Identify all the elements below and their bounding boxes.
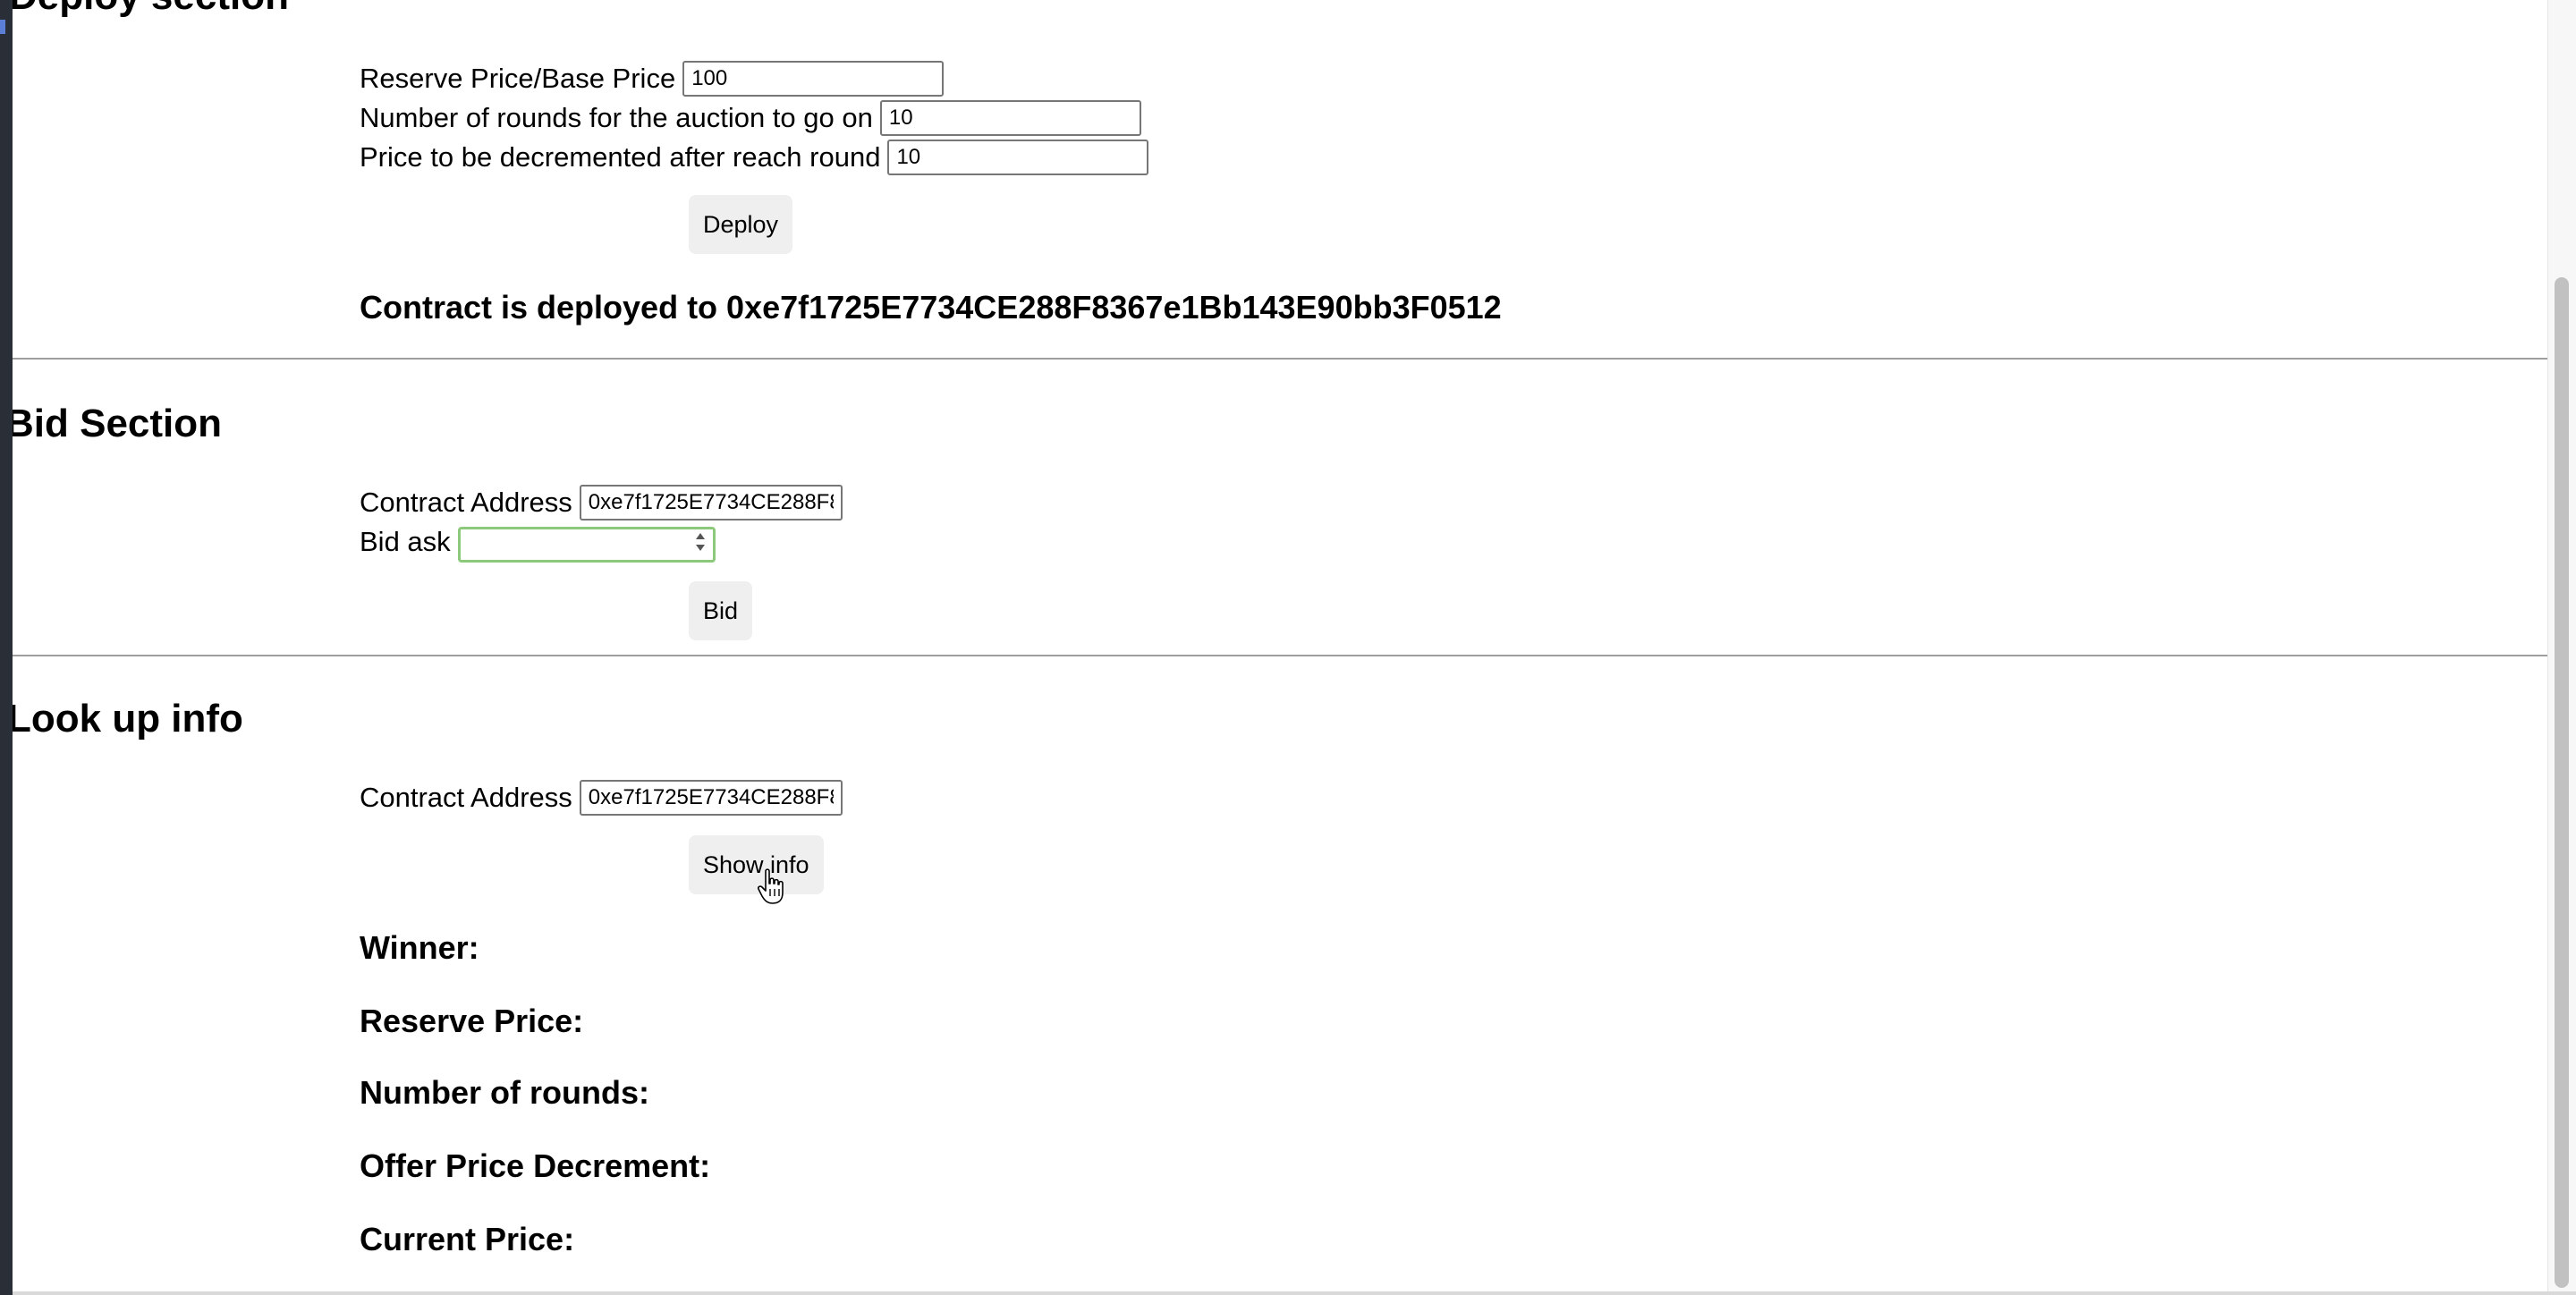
decrement-label: Price to be decremented after reach roun… <box>360 141 881 173</box>
hand-pointer-icon <box>758 868 784 904</box>
deploy-button[interactable]: Deploy <box>689 195 793 254</box>
current-price-info: Current Price: <box>360 1221 575 1257</box>
window-edge-marker <box>0 20 5 34</box>
lookup-address-label: Contract Address <box>360 782 572 813</box>
deploy-heading: Deploy section <box>13 0 289 20</box>
rounds-row: Number of rounds for the auction to go o… <box>360 100 1141 136</box>
number-of-rounds-info: Number of rounds: <box>360 1074 649 1111</box>
bid-ask-label: Bid ask <box>360 526 451 557</box>
bid-address-input[interactable] <box>579 485 843 521</box>
bid-ask-row: Bid ask <box>360 524 716 563</box>
deploy-result: Contract is deployed to 0xe7f1725E7734CE… <box>360 289 1502 326</box>
bid-heading: Bid Section <box>13 402 223 445</box>
divider-1 <box>13 358 2547 360</box>
reserve-price-input[interactable] <box>682 61 945 97</box>
bid-ask-field <box>457 524 716 563</box>
window-left-edge <box>0 0 13 1295</box>
bid-address-label: Contract Address <box>360 487 572 518</box>
decrement-input[interactable] <box>887 140 1149 175</box>
divider-2 <box>13 655 2547 656</box>
window-bottom-edge <box>13 1291 2576 1295</box>
bid-button[interactable]: Bid <box>689 581 753 640</box>
winner-label: Winner: <box>360 929 479 966</box>
lookup-address-row: Contract Address <box>360 780 843 816</box>
decrement-row: Price to be decremented after reach roun… <box>360 140 1149 175</box>
reserve-price-row: Reserve Price/Base Price <box>360 61 945 97</box>
rounds-label: Number of rounds for the auction to go o… <box>360 102 873 133</box>
lookup-address-input[interactable] <box>579 780 843 816</box>
bid-address-row: Contract Address <box>360 485 843 521</box>
scrollbar-thumb[interactable] <box>2555 277 2569 1288</box>
page-content: Deploy section Reserve Price/Base Price … <box>13 0 2547 1291</box>
reserve-price-info: Reserve Price: <box>360 1003 584 1039</box>
number-spinner-icon[interactable] <box>694 529 707 554</box>
reserve-price-label: Reserve Price/Base Price <box>360 63 676 94</box>
rounds-input[interactable] <box>879 100 1141 136</box>
bid-ask-input[interactable] <box>457 527 716 563</box>
offer-price-decrement-info: Offer Price Decrement: <box>360 1147 711 1184</box>
lookup-heading: Look up info <box>13 697 243 741</box>
